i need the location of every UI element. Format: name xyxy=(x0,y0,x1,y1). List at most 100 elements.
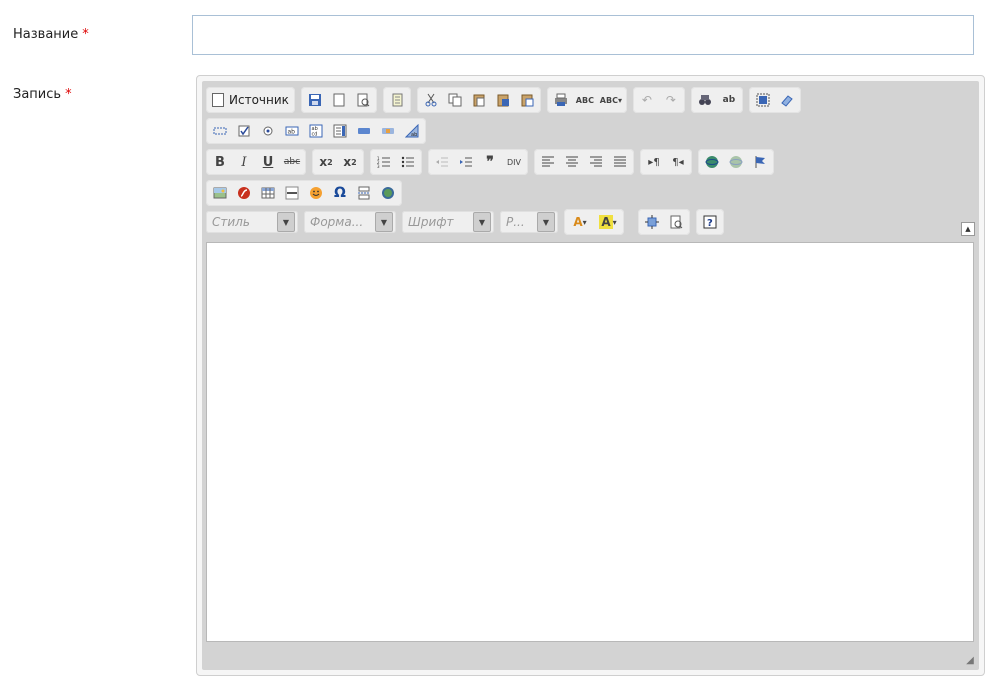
toolbar-group-colors: A ▾ A ▾ xyxy=(564,209,624,235)
save-icon[interactable] xyxy=(303,89,327,111)
anchor-icon[interactable] xyxy=(748,151,772,173)
editor-content-area[interactable] xyxy=(206,242,974,642)
source-label: Источник xyxy=(229,93,289,107)
spellcheck-auto-icon[interactable]: ABC▾ xyxy=(597,89,625,111)
link-icon[interactable] xyxy=(700,151,724,173)
outdent-icon[interactable] xyxy=(430,151,454,173)
toolbar-row-2: ab ab cd ab xyxy=(206,118,432,144)
toolbar-group-lists: 123 xyxy=(370,149,422,175)
hidden-field-icon[interactable]: ab xyxy=(400,120,424,142)
textfield-icon[interactable]: ab xyxy=(280,120,304,142)
flash-icon[interactable] xyxy=(232,182,256,204)
spellcheck-icon[interactable]: ABC xyxy=(573,89,597,111)
required-mark: * xyxy=(65,87,72,102)
ltr-icon[interactable]: ▸¶ xyxy=(642,151,666,173)
paste-word-icon[interactable] xyxy=(515,89,539,111)
align-center-icon[interactable] xyxy=(560,151,584,173)
font-combo[interactable]: Шрифт ▼ xyxy=(402,211,494,233)
size-combo[interactable]: Р... ▼ xyxy=(500,211,558,233)
align-left-icon[interactable] xyxy=(536,151,560,173)
toolbar-group-clipboard xyxy=(416,87,541,113)
source-button[interactable]: Источник xyxy=(208,89,293,111)
text-color-icon[interactable]: A ▾ xyxy=(566,211,594,233)
svg-text:ab: ab xyxy=(288,129,296,136)
table-icon[interactable] xyxy=(256,182,280,204)
toolbar-row-4: Ω xyxy=(206,180,408,206)
image-icon[interactable] xyxy=(208,182,232,204)
chevron-down-icon: ▼ xyxy=(375,212,393,232)
templates-icon[interactable] xyxy=(385,89,409,111)
paste-text-icon[interactable] xyxy=(491,89,515,111)
svg-text:?: ? xyxy=(707,218,713,229)
blockquote-icon[interactable]: ❞ xyxy=(478,151,502,173)
svg-text:cd: cd xyxy=(312,132,318,138)
horizontal-rule-icon[interactable] xyxy=(280,182,304,204)
new-page-icon[interactable] xyxy=(327,89,351,111)
style-combo[interactable]: Стиль ▼ xyxy=(206,211,298,233)
toolbar-group-align xyxy=(534,149,634,175)
source-icon xyxy=(212,93,224,107)
div-icon[interactable]: DIV xyxy=(502,151,526,173)
select-all-icon[interactable] xyxy=(751,89,775,111)
align-right-icon[interactable] xyxy=(584,151,608,173)
italic-icon[interactable]: I xyxy=(232,151,256,173)
bold-icon[interactable]: B xyxy=(208,151,232,173)
checkbox-icon[interactable] xyxy=(232,120,256,142)
svg-text:ab: ab xyxy=(411,132,417,138)
toolbar-group-templates xyxy=(382,87,411,113)
maximize-icon[interactable] xyxy=(640,211,664,233)
underline-icon[interactable]: U xyxy=(256,151,280,173)
rich-text-editor: Источник ABC ABC▾ ↶ ↷ ab ab ab cd ab B I… xyxy=(196,75,985,676)
numbered-list-icon[interactable]: 123 xyxy=(372,151,396,173)
button-icon[interactable] xyxy=(352,120,376,142)
undo-icon[interactable]: ↶ xyxy=(635,89,659,111)
justify-icon[interactable] xyxy=(608,151,632,173)
editor-toolbar-area: Источник ABC ABC▾ ↶ ↷ ab ab ab cd ab B I… xyxy=(202,81,979,670)
image-button-icon[interactable] xyxy=(376,120,400,142)
toolbar-group-tools xyxy=(638,209,690,235)
strike-icon[interactable]: abc xyxy=(280,151,304,173)
resize-handle-icon[interactable]: ◢ xyxy=(964,655,976,667)
iframe-icon[interactable] xyxy=(376,182,400,204)
copy-icon[interactable] xyxy=(443,89,467,111)
toolbar-group-basic-styles: B I U abc xyxy=(206,149,306,175)
style-combo-text: Стиль xyxy=(212,215,250,229)
superscript-icon[interactable]: x2 xyxy=(338,151,362,173)
replace-icon[interactable]: ab xyxy=(717,89,741,111)
find-icon[interactable] xyxy=(693,89,717,111)
textarea-icon[interactable]: ab cd xyxy=(304,120,328,142)
toolbar-group-document: Источник xyxy=(206,87,295,113)
indent-icon[interactable] xyxy=(454,151,478,173)
bg-color-icon[interactable]: A ▾ xyxy=(594,211,622,233)
size-combo-text: Р... xyxy=(506,215,525,229)
radio-icon[interactable] xyxy=(256,120,280,142)
rtl-icon[interactable]: ¶◂ xyxy=(666,151,690,173)
name-label-text: Название xyxy=(13,27,79,42)
toolbar-group-bidi: ▸¶ ¶◂ xyxy=(640,149,692,175)
format-combo-text: Форма... xyxy=(310,215,364,229)
toolbar-row-3: B I U abc x2 x2 123 ❞ DIV ▸¶ ¶◂ xyxy=(206,149,780,175)
show-blocks-icon[interactable] xyxy=(664,211,688,233)
toolbar-row-1: Источник ABC ABC▾ ↶ ↷ ab xyxy=(206,87,807,113)
name-input[interactable] xyxy=(192,15,974,55)
toolbar-group-print: ABC ABC▾ xyxy=(546,87,627,113)
select-icon[interactable] xyxy=(328,120,352,142)
preview-icon[interactable] xyxy=(351,89,375,111)
redo-icon[interactable]: ↷ xyxy=(659,89,683,111)
remove-format-icon[interactable] xyxy=(775,89,799,111)
format-combo[interactable]: Форма... ▼ xyxy=(304,211,396,233)
cut-icon[interactable] xyxy=(419,89,443,111)
toolbar-group-select xyxy=(748,87,801,113)
subscript-icon[interactable]: x2 xyxy=(314,151,338,173)
bulleted-list-icon[interactable] xyxy=(396,151,420,173)
smiley-icon[interactable] xyxy=(304,182,328,204)
form-icon[interactable] xyxy=(208,120,232,142)
print-icon[interactable] xyxy=(549,89,573,111)
unlink-icon[interactable] xyxy=(724,151,748,173)
special-char-icon[interactable]: Ω xyxy=(328,182,352,204)
about-icon[interactable]: ? xyxy=(698,211,722,233)
paste-icon[interactable] xyxy=(467,89,491,111)
page-break-icon[interactable] xyxy=(352,182,376,204)
collapse-toolbar-button[interactable]: ▲ xyxy=(961,222,975,236)
toolbar-group-links xyxy=(698,149,774,175)
